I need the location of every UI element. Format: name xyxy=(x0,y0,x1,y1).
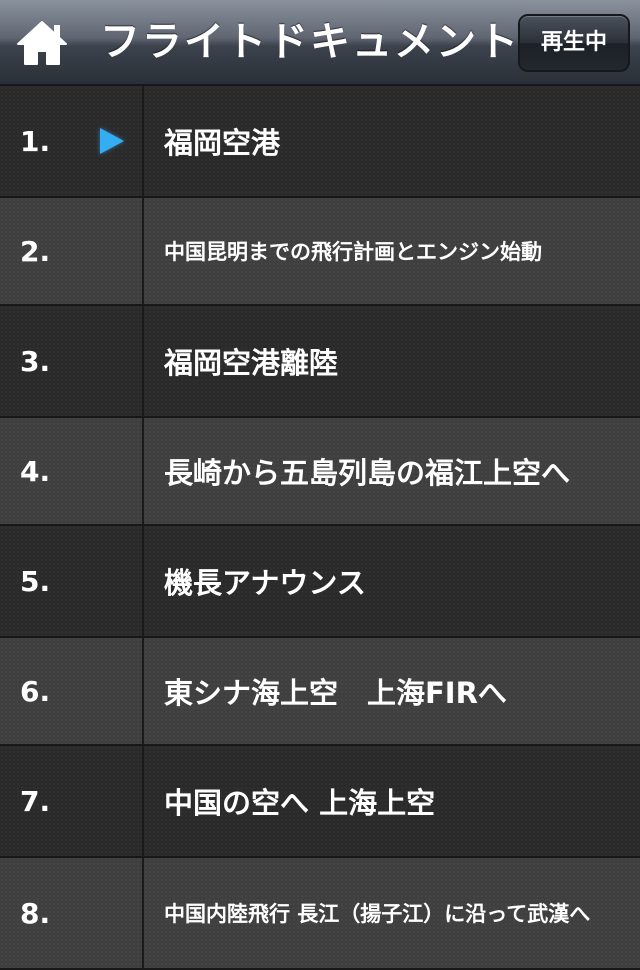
track-row-8[interactable]: 8. 中国内陸飛行 長江（揚子江）に沿って武漢へ xyxy=(0,858,640,970)
track-row-3[interactable]: 3. 福岡空港離陸 xyxy=(0,306,640,418)
track-row-5[interactable]: 5. 機長アナウンス xyxy=(0,526,640,638)
track-row-1[interactable]: 1. 福岡空港 xyxy=(0,86,640,198)
page-title: フライトドキュメント xyxy=(100,19,520,65)
track-number: 7. xyxy=(20,784,51,818)
track-number: 5. xyxy=(20,564,51,598)
track-row-6[interactable]: 6. 東シナ海上空 上海FIRへ xyxy=(0,638,640,746)
track-title: 中国内陸飛行 長江（揚子江）に沿って武漢へ xyxy=(164,902,591,926)
track-number: 1. xyxy=(20,124,51,158)
track-number-cell: 4. xyxy=(0,418,144,524)
track-title: 長崎から五島列島の福江上空へ xyxy=(164,456,571,490)
track-title: 福岡空港離陸 xyxy=(164,346,339,380)
track-title: 機長アナウンス xyxy=(164,566,366,600)
track-title: 東シナ海上空 上海FIRへ xyxy=(164,676,507,710)
navigation-bar: フライトドキュメント 再生中 xyxy=(0,0,640,86)
track-number: 8. xyxy=(20,896,51,930)
track-list: 1. 福岡空港 2. 中国昆明までの飛行計画とエンジン始動 3. 福岡空港離陸 … xyxy=(0,86,640,970)
track-number-cell: 6. xyxy=(0,638,144,744)
track-number: 3. xyxy=(20,344,51,378)
track-title: 中国昆明までの飛行計画とエンジン始動 xyxy=(164,240,542,264)
track-title: 福岡空港 xyxy=(164,126,281,160)
track-number-cell: 5. xyxy=(0,526,144,636)
track-row-2[interactable]: 2. 中国昆明までの飛行計画とエンジン始動 xyxy=(0,198,640,306)
track-row-7[interactable]: 7. 中国の空へ 上海上空 xyxy=(0,746,640,858)
track-number: 2. xyxy=(20,234,51,268)
track-number-cell: 1. xyxy=(0,86,144,196)
now-playing-button[interactable]: 再生中 xyxy=(518,14,630,72)
track-row-4[interactable]: 4. 長崎から五島列島の福江上空へ xyxy=(0,418,640,526)
track-number-cell: 7. xyxy=(0,746,144,856)
play-indicator-icon xyxy=(100,128,124,154)
track-number-cell: 8. xyxy=(0,858,144,968)
track-number: 4. xyxy=(20,454,51,488)
track-number-cell: 3. xyxy=(0,306,144,416)
track-number-cell: 2. xyxy=(0,198,144,304)
home-icon[interactable] xyxy=(14,18,70,68)
track-number: 6. xyxy=(20,674,51,708)
track-title: 中国の空へ 上海上空 xyxy=(164,786,436,820)
